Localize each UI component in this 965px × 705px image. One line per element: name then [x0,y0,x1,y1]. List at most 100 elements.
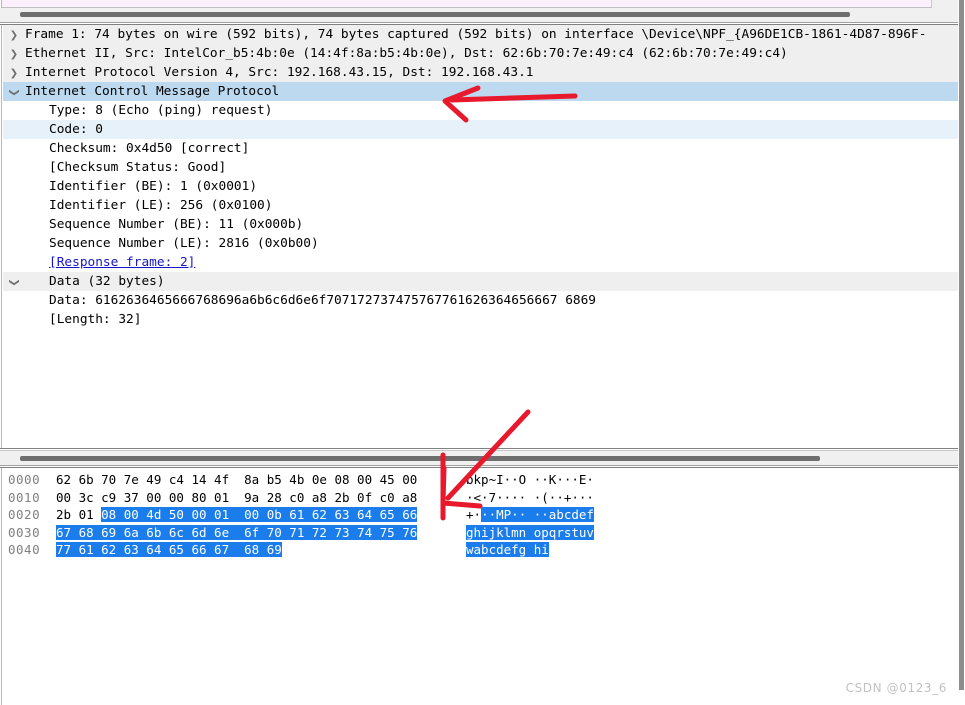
chevron-right-icon[interactable] [3,25,25,45]
ascii-group-selected[interactable] [526,507,534,522]
ascii-group-selected[interactable]: hi [533,542,549,557]
detail-tree-row[interactable]: [Checksum Status: Good] [3,158,959,177]
detail-tree-row[interactable]: Code: 0 [3,120,959,139]
hex-byte-group[interactable]: 62 6b 70 7e 49 c4 14 4f [56,472,229,487]
chevron-right-icon[interactable] [3,44,25,64]
detail-tree-row[interactable]: Data (32 bytes) [3,272,959,291]
packet-list-left-edge [0,0,2,8]
detail-tree-label: Identifier (LE): 256 (0x0100) [49,198,273,213]
ascii-group[interactable]: +· [466,507,481,522]
chevron-down-icon[interactable] [3,82,25,102]
packet-details-pane[interactable]: Frame 1: 74 bytes on wire (592 bits), 74… [0,24,965,449]
detail-tree-label: [Length: 32] [49,312,142,327]
ascii-bytes[interactable]: ·<·7···· ·(··+··· [466,489,594,507]
detail-tree-row[interactable]: Internet Protocol Version 4, Src: 192.16… [3,63,959,82]
hex-bytes[interactable]: 67 68 69 6a 6b 6c 6d 6e 6f 70 71 72 73 7… [56,524,418,542]
scrollbar-thumb[interactable] [959,0,964,690]
hex-byte-group-selected[interactable]: 00 0b 61 62 63 64 65 66 [244,507,418,522]
hex-dump-row[interactable]: 0010 00 3c c9 37 00 00 80 01 9a 28 c0 a8 … [0,489,960,507]
hex-byte-group-selected[interactable]: 08 00 4d 50 00 01 [101,507,230,522]
ascii-group[interactable] [526,490,534,505]
detail-tree-label: Type: 8 (Echo (ping) request) [49,103,273,118]
detail-tree-row[interactable]: [Length: 32] [3,310,959,329]
ascii-group-selected[interactable] [526,524,534,540]
detail-tree-row[interactable]: Frame 1: 74 bytes on wire (592 bits), 74… [3,25,959,44]
detail-tree-label: Sequence Number (LE): 2816 (0x0b00) [49,236,319,251]
chevron-down-icon[interactable] [3,272,25,292]
packet-bytes-pane[interactable]: 0000 62 6b 70 7e 49 c4 14 4f 8a b5 4b 0e … [0,467,965,705]
hex-byte-group[interactable]: 00 3c c9 37 00 00 80 01 [56,490,229,505]
ascii-group[interactable] [526,472,534,487]
hex-byte-group-selected[interactable]: 77 61 62 63 64 65 66 67 [56,542,230,557]
hex-bytes[interactable]: 2b 01 08 00 4d 50 00 01 00 0b 61 62 63 6… [56,506,418,524]
ascii-group[interactable]: ·<·7···· [466,490,526,505]
hex-byte-group[interactable] [229,490,244,505]
hex-byte-group-selected[interactable] [229,542,245,557]
ascii-group-selected[interactable]: wabcdefg [466,542,527,557]
hex-dump-row[interactable]: 0030 67 68 69 6a 6b 6c 6d 6e 6f 70 71 72 … [0,524,960,542]
ascii-group-selected[interactable]: ghijklmn [466,524,527,540]
hex-dump-row[interactable]: 0040 77 61 62 63 64 65 66 67 68 69 wabcdef… [0,541,960,559]
hex-byte-group[interactable] [229,472,244,487]
hex-byte-group-selected[interactable]: 67 68 69 6a 6b 6c 6d 6e [56,524,230,540]
detail-tree-row[interactable]: [Response frame: 2] [3,253,959,272]
detail-tree-label: [Checksum Status: Good] [49,160,227,175]
hex-byte-group-selected[interactable]: 6f 70 71 72 73 74 75 76 [244,524,418,540]
ascii-group-selected[interactable]: opqrstuv [533,524,594,540]
detail-tree-label: Sequence Number (BE): 11 (0x000b) [49,217,304,232]
hex-byte-group-selected[interactable] [229,507,245,522]
scrollbar-thumb[interactable] [20,456,820,461]
detail-tree-label: Code: 0 [49,122,103,137]
hex-byte-group[interactable]: 9a 28 c0 a8 2b 0f c0 a8 [244,490,417,505]
chevron-right-icon[interactable] [3,63,25,83]
detail-tree-label: Internet Control Message Protocol [25,84,280,99]
detail-tree-label: Checksum: 0x4d50 [correct] [49,141,250,156]
detail-tree-row[interactable]: Ethernet II, Src: IntelCor_b5:4b:0e (14:… [3,44,959,63]
scrollbar-thumb[interactable] [20,12,850,17]
detail-tree-row[interactable]: Sequence Number (BE): 11 (0x000b) [3,215,959,234]
detail-tree-label: Frame 1: 74 bytes on wire (592 bits), 74… [25,27,927,42]
hex-bytes[interactable]: 77 61 62 63 64 65 66 67 68 69 [56,541,282,559]
hex-bytes[interactable]: 62 6b 70 7e 49 c4 14 4f 8a b5 4b 0e 08 0… [56,471,417,489]
detail-tree-row[interactable]: Internet Control Message Protocol [3,82,959,101]
ascii-group-selected[interactable] [526,542,534,557]
ascii-bytes[interactable]: wabcdefg hi [466,541,549,559]
detail-pane-left-edge [0,25,2,448]
packet-details-horizontal-scrollbar[interactable] [0,450,965,466]
wireshark-window: Frame 1: 74 bytes on wire (592 bits), 74… [0,0,965,705]
packet-list-horizontal-scrollbar[interactable] [0,8,965,23]
detail-tree-label: Data (32 bytes) [49,274,165,289]
packet-detail-tree[interactable]: Frame 1: 74 bytes on wire (592 bits), 74… [3,25,959,329]
ascii-bytes[interactable]: +···MP·· ··abcdef [466,506,594,524]
hex-dump-row[interactable]: 0020 2b 01 08 00 4d 50 00 01 00 0b 61 62 … [0,506,960,524]
detail-tree-row[interactable]: Identifier (BE): 1 (0x0001) [3,177,959,196]
detail-tree-label: Identifier (BE): 1 (0x0001) [49,179,258,194]
hex-bytes[interactable]: 00 3c c9 37 00 00 80 01 9a 28 c0 a8 2b 0… [56,489,417,507]
ascii-group[interactable]: ·(··+··· [534,490,594,505]
ascii-bytes[interactable]: bkp~I··O ··K···E· [466,471,594,489]
detail-tree-row[interactable]: Sequence Number (LE): 2816 (0x0b00) [3,234,959,253]
hex-offset-label: 0000 [8,472,41,487]
ascii-bytes[interactable]: ghijklmn opqrstuv [466,524,594,542]
hex-byte-group-selected[interactable] [229,524,245,540]
detail-tree-row[interactable]: Identifier (LE): 256 (0x0100) [3,196,959,215]
ascii-group-selected[interactable]: ··abcdef [533,507,594,522]
detail-tree-row[interactable]: Type: 8 (Echo (ping) request) [3,101,959,120]
detail-tree-label: Data: 6162636465666768696a6b6c6d6e6f7071… [49,293,597,308]
ascii-group[interactable]: ··K···E· [534,472,594,487]
hex-dump[interactable]: 0000 62 6b 70 7e 49 c4 14 4f 8a b5 4b 0e … [0,471,960,559]
hex-byte-group-selected[interactable]: 68 69 [244,542,282,557]
ascii-group[interactable]: bkp~I··O [466,472,526,487]
hex-offset-label: 0020 [8,507,41,522]
hex-offset-label: 0040 [8,542,41,557]
detail-tree-row[interactable]: Checksum: 0x4d50 [correct] [3,139,959,158]
ascii-group-selected[interactable]: ··MP·· [481,507,527,522]
hex-byte-group[interactable]: 2b 01 [56,507,101,522]
window-vertical-scrollbar[interactable] [958,0,965,705]
hex-offset-label: 0030 [8,524,41,540]
detail-tree-link[interactable]: [Response frame: 2] [25,253,195,272]
packet-list-pane-strip[interactable] [0,0,965,8]
hex-byte-group[interactable]: 8a b5 4b 0e 08 00 45 00 [244,472,417,487]
hex-dump-row[interactable]: 0000 62 6b 70 7e 49 c4 14 4f 8a b5 4b 0e … [0,471,960,489]
detail-tree-row[interactable]: Data: 6162636465666768696a6b6c6d6e6f7071… [3,291,959,310]
